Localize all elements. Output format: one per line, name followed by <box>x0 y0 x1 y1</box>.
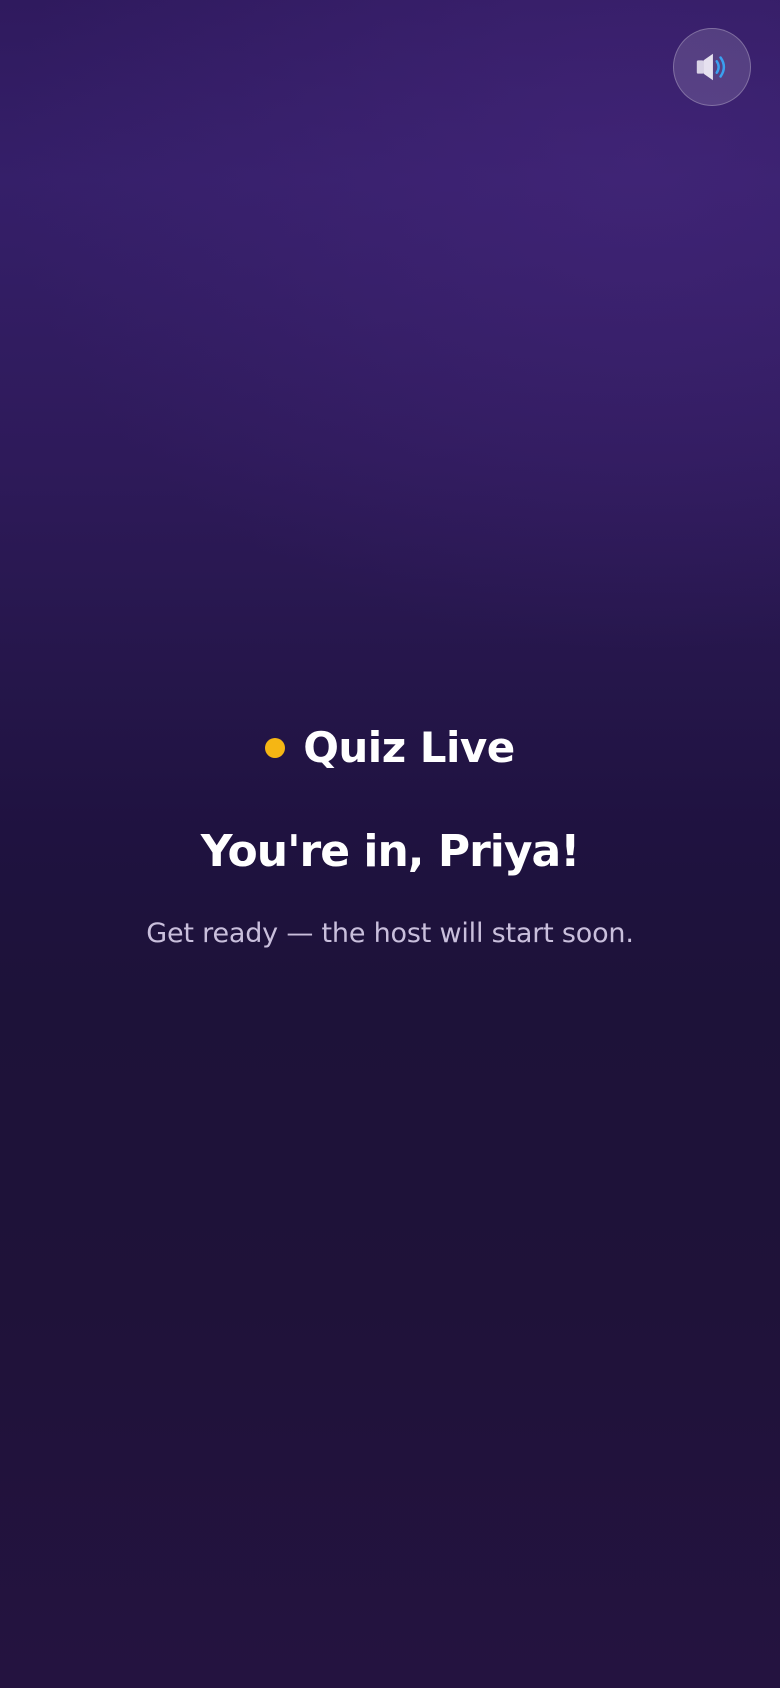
live-indicator-dot <box>265 738 286 758</box>
welcome-heading: You're in, Priya! <box>200 826 581 877</box>
live-status: Quiz Live <box>0 716 780 780</box>
speaker-volume-icon <box>696 53 726 81</box>
quiz-lobby-screen: Quiz Live You're in, Priya! Get ready — … <box>0 0 780 1688</box>
live-status-label: Quiz Live <box>303 723 515 772</box>
waiting-message: Get ready — the host will start soon. <box>146 918 634 949</box>
sound-toggle-button[interactable] <box>673 28 751 106</box>
lobby-content: Quiz Live You're in, Priya! Get ready — … <box>0 716 780 954</box>
